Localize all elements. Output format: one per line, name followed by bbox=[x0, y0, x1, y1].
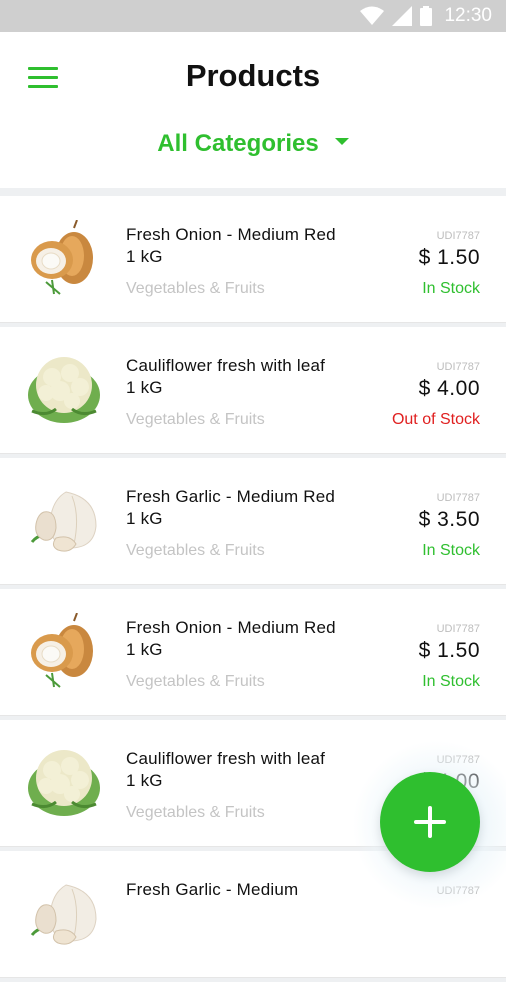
add-product-button[interactable] bbox=[380, 772, 480, 872]
product-category: Vegetables & Fruits bbox=[126, 542, 265, 559]
product-image bbox=[26, 351, 102, 427]
product-category: Vegetables & Fruits bbox=[126, 411, 265, 428]
stock-status: Out of Stock bbox=[391, 411, 480, 428]
status-icons: 12:30 bbox=[360, 5, 492, 27]
category-dropdown-label: All Categories bbox=[157, 130, 319, 157]
status-bar: 12:30 bbox=[0, 0, 506, 32]
product-image bbox=[26, 875, 102, 951]
product-name: Cauliflower fresh with leaf 1 kG bbox=[126, 356, 326, 397]
caret-down-icon bbox=[334, 138, 349, 146]
signal-icon bbox=[392, 6, 413, 26]
product-image bbox=[26, 219, 102, 296]
product-sku: UDI7787 bbox=[436, 361, 480, 373]
stock-status: In Stock bbox=[422, 542, 480, 559]
product-sku: UDI7787 bbox=[436, 230, 480, 242]
product-sku: UDI7787 bbox=[436, 492, 480, 504]
product-price: $ 3.50 bbox=[418, 508, 480, 531]
status-time: 12:30 bbox=[444, 5, 492, 26]
product-card[interactable]: Fresh Onion - Medium Red 1 kG Vegetables… bbox=[0, 196, 506, 323]
product-card[interactable]: Cauliflower fresh with leaf 1 kG Vegetab… bbox=[0, 327, 506, 454]
product-image bbox=[26, 744, 102, 820]
product-name: Cauliflower fresh with leaf 1 kG bbox=[126, 749, 326, 790]
product-sku: UDI7787 bbox=[436, 623, 480, 635]
product-price: $ 1.50 bbox=[418, 246, 480, 269]
product-image bbox=[26, 482, 102, 558]
product-category: Vegetables & Fruits bbox=[126, 280, 265, 297]
category-dropdown[interactable]: All Categories bbox=[0, 130, 506, 158]
app-header: Products All Categories bbox=[0, 32, 506, 188]
product-image bbox=[26, 612, 102, 689]
stock-status: In Stock bbox=[422, 673, 480, 690]
page-title: Products bbox=[185, 58, 321, 93]
product-card[interactable]: Fresh Garlic - Medium Red 1 kG Vegetable… bbox=[0, 458, 506, 585]
product-category: Vegetables & Fruits bbox=[126, 673, 265, 690]
product-price: $ 1.50 bbox=[418, 639, 480, 662]
product-name: Fresh Garlic - Medium bbox=[126, 880, 299, 899]
product-category: Vegetables & Fruits bbox=[126, 804, 265, 821]
product-name: Fresh Onion - Medium Red 1 kG bbox=[126, 225, 336, 266]
battery-icon bbox=[420, 6, 433, 26]
stock-status: In Stock bbox=[422, 280, 480, 297]
product-name: Fresh Garlic - Medium Red 1 kG bbox=[126, 487, 336, 528]
product-name: Fresh Onion - Medium Red 1 kG bbox=[126, 618, 336, 659]
product-card[interactable]: Fresh Onion - Medium Red 1 kG Vegetables… bbox=[0, 589, 506, 716]
product-price: $ 4.00 bbox=[418, 377, 480, 400]
wifi-icon bbox=[360, 6, 385, 25]
